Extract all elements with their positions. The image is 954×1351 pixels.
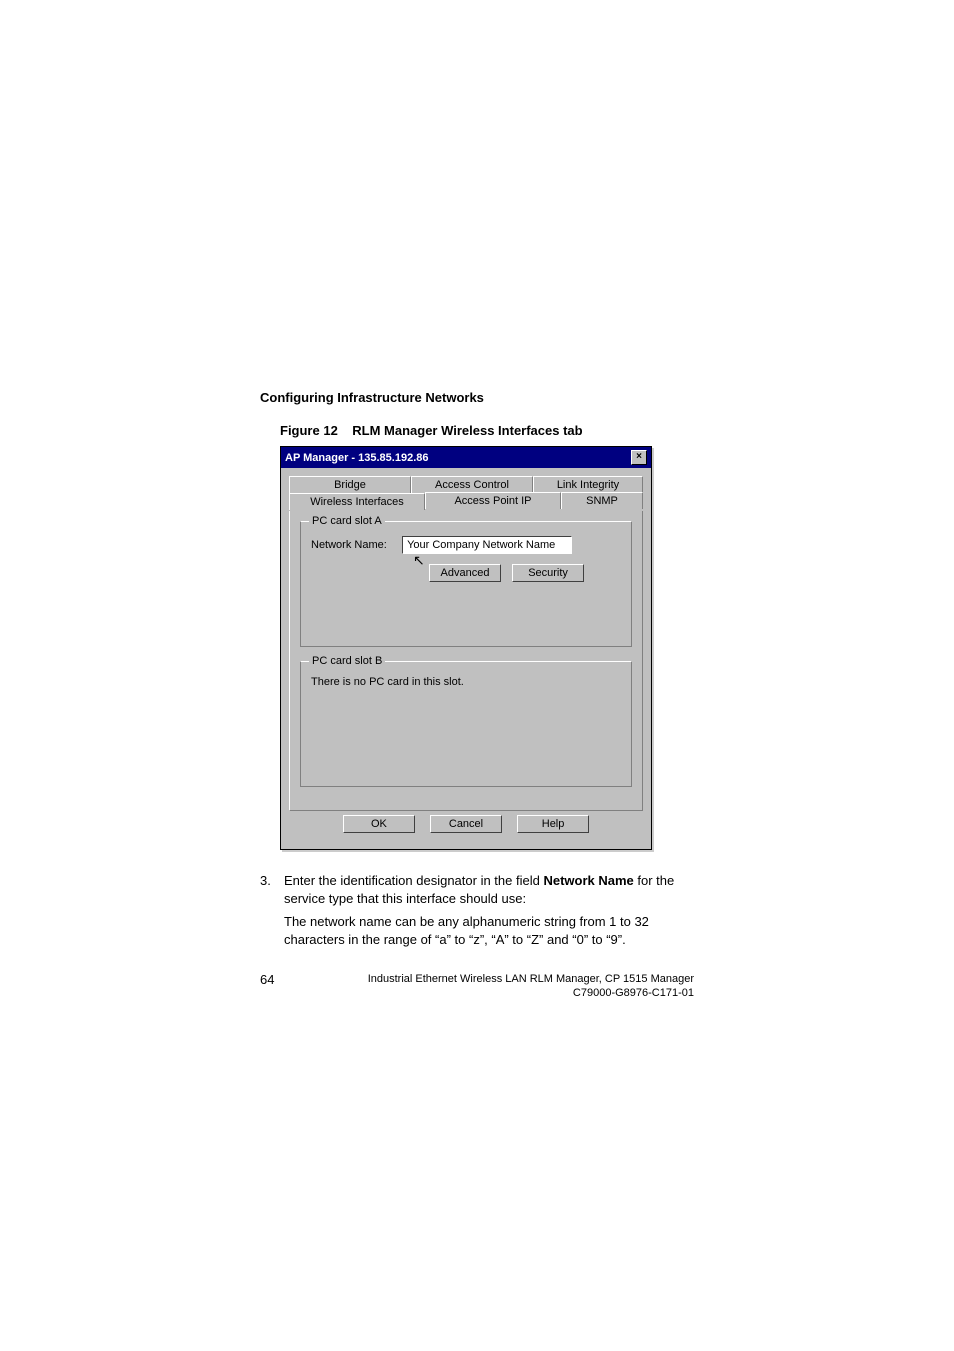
- network-name-input[interactable]: Your Company Network Name: [402, 536, 572, 554]
- help-button[interactable]: Help: [517, 815, 589, 833]
- section-header: Configuring Infrastructure Networks: [260, 390, 694, 405]
- groupbox-slot-a: Network Name: Your Company Network Name …: [300, 521, 632, 647]
- tab-panel: Network Name: Your Company Network Name …: [289, 511, 643, 811]
- figure-title: RLM Manager Wireless Interfaces tab: [352, 423, 582, 438]
- page-number: 64: [260, 972, 300, 1001]
- groupbox-slot-b: There is no PC card in this slot.: [300, 661, 632, 787]
- step-text-bold: Network Name: [543, 873, 633, 888]
- step-text-pre: Enter the identification designator in t…: [284, 873, 543, 888]
- advanced-button[interactable]: Advanced: [429, 564, 501, 582]
- tab-access-control[interactable]: Access Control: [411, 476, 533, 493]
- step-3: 3. Enter the identification designator i…: [260, 872, 694, 907]
- tab-link-integrity[interactable]: Link Integrity: [533, 476, 643, 493]
- footer-line2: C79000-G8976-C171-01: [300, 986, 694, 1000]
- figure-caption: Figure 12 RLM Manager Wireless Interface…: [260, 423, 694, 438]
- footer-line1: Industrial Ethernet Wireless LAN RLM Man…: [300, 972, 694, 986]
- step-text: Enter the identification designator in t…: [284, 872, 694, 907]
- security-button[interactable]: Security: [512, 564, 584, 582]
- ok-button[interactable]: OK: [343, 815, 415, 833]
- tab-bridge[interactable]: Bridge: [289, 476, 411, 493]
- close-icon[interactable]: ×: [631, 450, 647, 465]
- step-number: 3.: [260, 872, 284, 907]
- dialog-titlebar: AP Manager - 135.85.192.86 ×: [281, 447, 651, 468]
- slot-b-message: There is no PC card in this slot.: [311, 676, 621, 688]
- dialog-title: AP Manager - 135.85.192.86: [285, 452, 429, 464]
- tab-access-point-ip[interactable]: Access Point IP: [425, 492, 561, 509]
- network-name-label: Network Name:: [311, 539, 387, 551]
- figure-label: Figure 12: [280, 423, 338, 438]
- tab-snmp[interactable]: SNMP: [561, 492, 643, 509]
- paragraph-note: The network name can be any alphanumeric…: [260, 913, 694, 948]
- page-footer: 64 Industrial Ethernet Wireless LAN RLM …: [260, 972, 694, 1001]
- screenshot-dialog: AP Manager - 135.85.192.86 × Bridge Acce…: [280, 446, 650, 850]
- cancel-button[interactable]: Cancel: [430, 815, 502, 833]
- tab-wireless-interfaces[interactable]: Wireless Interfaces: [289, 493, 425, 510]
